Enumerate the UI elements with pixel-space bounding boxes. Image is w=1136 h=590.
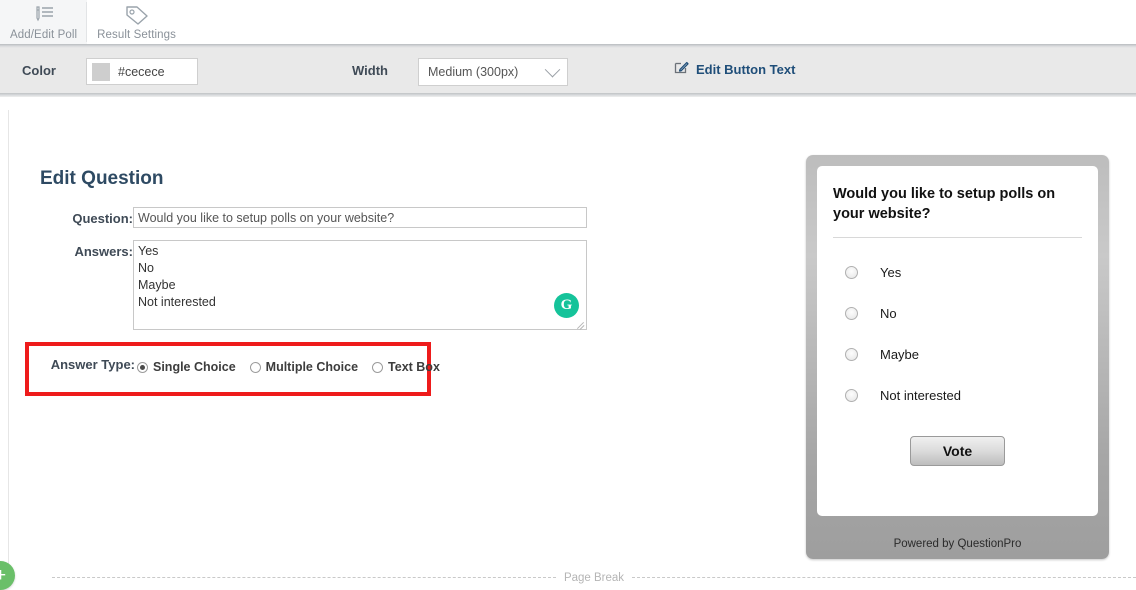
- answer-type-option-label: Text Box: [388, 360, 440, 374]
- poll-option-label: Yes: [880, 265, 902, 280]
- poll-preview-widget: Would you like to setup polls on your we…: [806, 155, 1109, 559]
- width-select-value: Medium (300px): [428, 65, 519, 79]
- tab-label: Result Settings: [97, 29, 177, 41]
- page-title: Edit Question: [40, 168, 164, 189]
- vote-button[interactable]: Vote: [910, 436, 1005, 466]
- poll-option-label: Not interested: [880, 388, 961, 403]
- answer-type-label: Answer Type:: [50, 357, 135, 372]
- poll-option-not-interested[interactable]: Not interested: [833, 375, 1082, 416]
- answer-type-single-choice[interactable]: Single Choice: [137, 360, 236, 374]
- page-break: Page Break: [52, 572, 1136, 584]
- radio-icon[interactable]: [137, 361, 148, 373]
- vote-button-wrapper: Vote: [817, 436, 1098, 466]
- answer-type-text-box[interactable]: Text Box: [372, 360, 440, 374]
- chevron-down-icon: [544, 61, 561, 77]
- content-panel: Edit Question Question: Answers: Yes No …: [8, 110, 1136, 585]
- edit-button-text-label: Edit Button Text: [696, 61, 796, 77]
- answers-label: Answers:: [74, 244, 133, 259]
- radio-icon[interactable]: [845, 307, 858, 320]
- radio-icon[interactable]: [372, 361, 384, 373]
- edit-square-icon: [674, 60, 689, 79]
- grammarly-icon[interactable]: G: [554, 293, 579, 318]
- color-input[interactable]: #cecece: [86, 58, 198, 85]
- tag-icon: [124, 3, 150, 27]
- page-break-label: Page Break: [563, 571, 625, 584]
- width-select[interactable]: Medium (300px): [418, 58, 568, 86]
- answers-field-wrapper: Yes No Maybe Not interested G: [133, 240, 587, 330]
- poll-divider: [833, 237, 1082, 238]
- answers-textarea[interactable]: Yes No Maybe Not interested: [133, 240, 587, 330]
- poll-question: Would you like to setup polls on your we…: [833, 186, 1056, 222]
- properties-toolbar-divider: [0, 93, 1136, 97]
- question-label: Question:: [72, 211, 133, 226]
- poll-options: Yes No Maybe Not interested: [833, 252, 1082, 416]
- poll-footer: Powered by QuestionPro: [893, 538, 1022, 550]
- tab-add-edit-poll[interactable]: Add/Edit Poll: [0, 0, 88, 44]
- poll-option-label: No: [880, 306, 897, 321]
- radio-icon[interactable]: [845, 266, 858, 279]
- color-label: Color: [22, 63, 56, 78]
- poll-card: Would you like to setup polls on your we…: [817, 166, 1098, 516]
- tab-label: Add/Edit Poll: [10, 29, 78, 41]
- radio-icon[interactable]: [845, 348, 858, 361]
- radio-icon[interactable]: [249, 361, 261, 373]
- poll-option-no[interactable]: No: [833, 293, 1082, 334]
- question-input[interactable]: [133, 207, 587, 228]
- answer-type-multiple-choice[interactable]: Multiple Choice: [249, 360, 359, 374]
- poll-option-label: Maybe: [880, 347, 920, 362]
- top-tab-bar: Add/Edit Poll Result Settings: [0, 0, 1136, 44]
- tab-result-settings[interactable]: Result Settings: [87, 0, 186, 44]
- color-value: #cecece: [118, 64, 165, 79]
- color-swatch[interactable]: [92, 62, 110, 81]
- poll-option-maybe[interactable]: Maybe: [833, 334, 1082, 375]
- textarea-resize-handle[interactable]: [575, 318, 585, 330]
- poll-option-yes[interactable]: Yes: [833, 252, 1082, 293]
- answer-type-option-label: Multiple Choice: [265, 360, 359, 374]
- edit-button-text-link[interactable]: Edit Button Text: [674, 58, 795, 80]
- width-label: Width: [352, 63, 388, 78]
- answer-type-option-label: Single Choice: [153, 360, 236, 374]
- answer-type-options: Single Choice Multiple Choice Text Box: [137, 357, 454, 377]
- pen-lines-icon: [32, 3, 56, 27]
- page-break-line-left: [52, 577, 556, 578]
- page-break-line-right: [632, 577, 1136, 578]
- radio-icon[interactable]: [845, 389, 858, 402]
